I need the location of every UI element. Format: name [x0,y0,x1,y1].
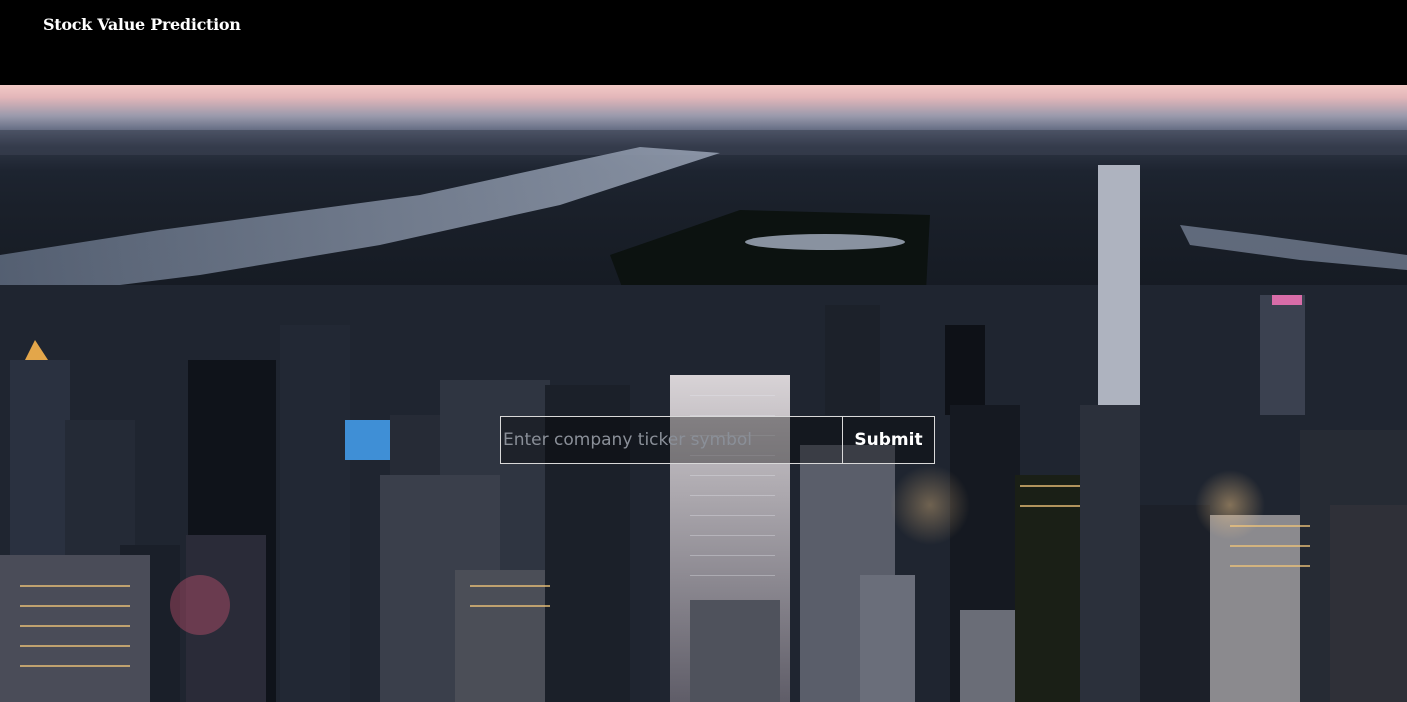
city-skyline-illustration [0,130,1407,702]
hero-background-image: Submit [0,85,1407,702]
ticker-symbol-input[interactable] [500,416,842,464]
site-title: Stock Value Prediction [43,15,241,34]
submit-button[interactable]: Submit [842,416,935,464]
ticker-search-form: Submit [500,416,935,464]
site-header: Stock Value Prediction [0,0,1407,85]
